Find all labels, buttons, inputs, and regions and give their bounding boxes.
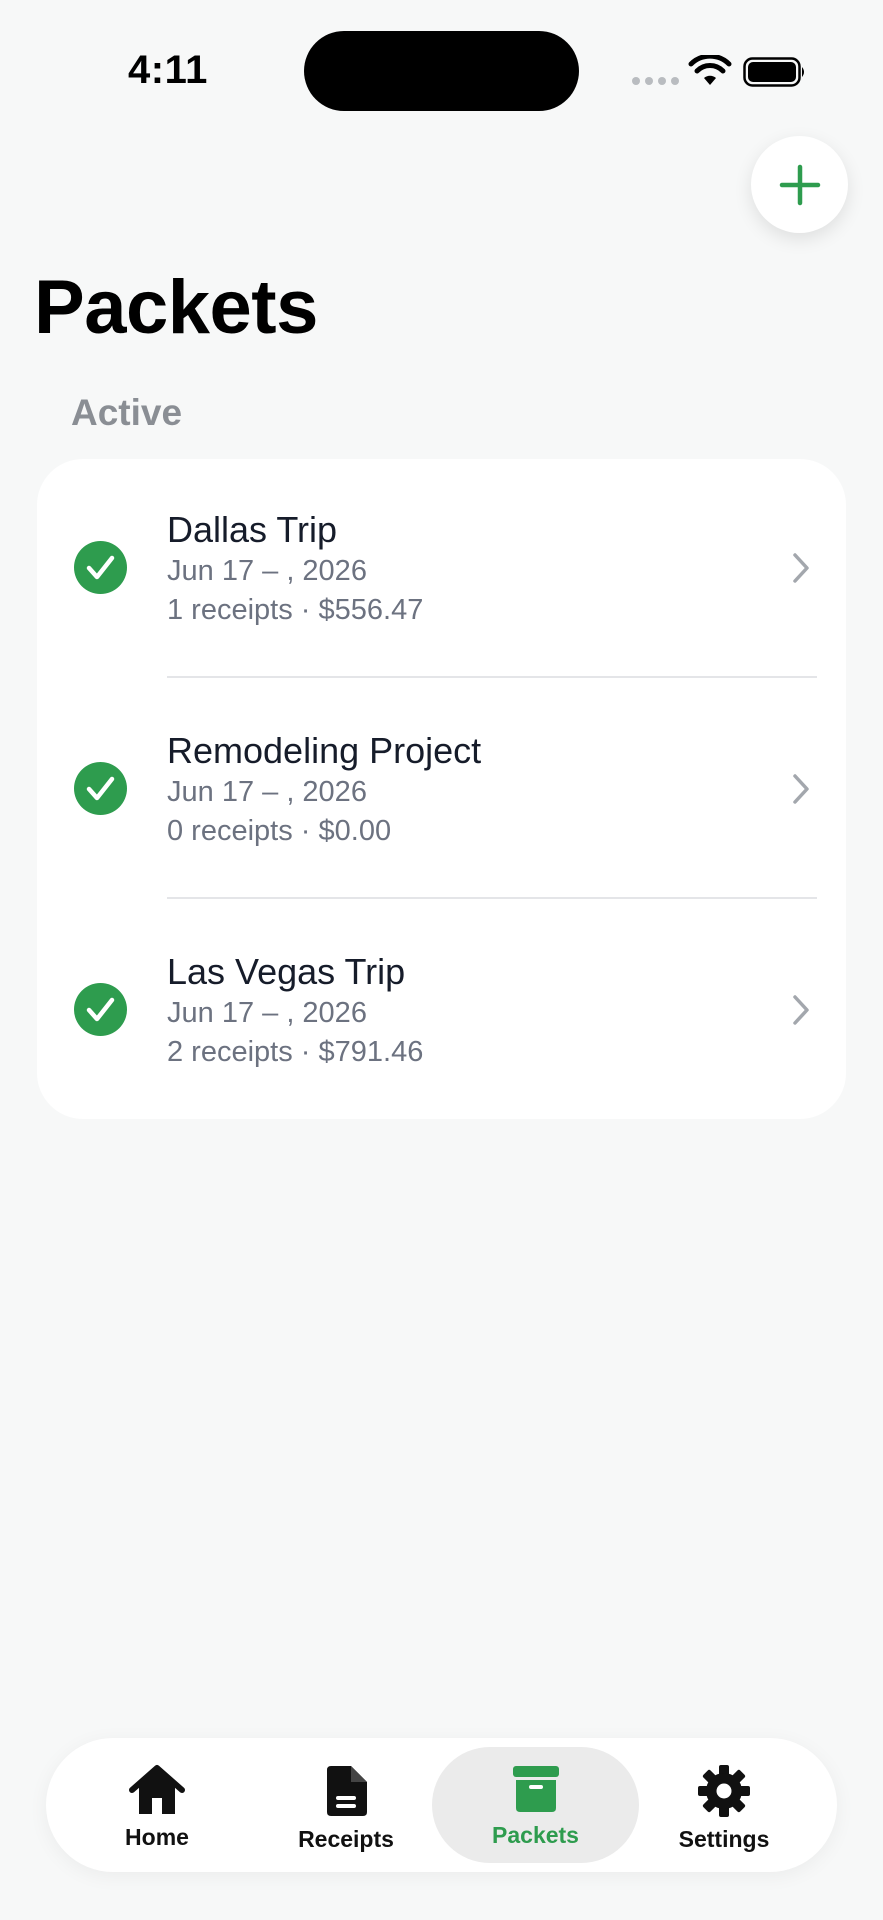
chevron-right-icon: [793, 995, 809, 1025]
status-time: 4:11: [128, 48, 208, 92]
chevron-right-icon: [793, 553, 809, 583]
check-circle-icon: [74, 541, 127, 594]
tab-home[interactable]: Home: [68, 1747, 246, 1863]
packet-list: Dallas Trip Jun 17 – , 2026 1 receipts ·…: [37, 459, 846, 1119]
gear-icon: [698, 1765, 750, 1817]
tab-label-packets: Packets: [492, 1822, 579, 1848]
page-title: Packets: [34, 265, 318, 350]
packet-dates: Jun 17 – , 2026: [167, 555, 367, 587]
document-icon: [327, 1766, 367, 1816]
packet-title: Remodeling Project: [167, 730, 482, 771]
packet-title: Las Vegas Trip: [167, 951, 406, 992]
check-circle-icon: [74, 983, 127, 1036]
tab-label-receipts: Receipts: [298, 1826, 394, 1852]
tab-label-settings: Settings: [678, 1826, 770, 1852]
dynamic-island: [304, 31, 579, 111]
add-packet-button[interactable]: [751, 136, 848, 233]
wifi-icon: [688, 55, 732, 85]
packets-screen: 4:11 Packets Active Dallas Trip Jun 17 –…: [0, 0, 883, 1920]
archive-box-icon: [512, 1766, 559, 1812]
packet-summary: 1 receipts · $556.47: [167, 594, 424, 626]
tab-bar: Home Receipts Packets Settings: [46, 1738, 837, 1872]
tab-receipts[interactable]: Receipts: [257, 1747, 435, 1863]
packet-dates: Jun 17 – , 2026: [167, 776, 367, 808]
row-divider: [167, 897, 817, 899]
packet-summary: 2 receipts · $791.46: [167, 1036, 424, 1068]
chevron-right-icon: [793, 774, 809, 804]
tab-label-home: Home: [125, 1824, 189, 1850]
cellular-signal-icon: [632, 77, 679, 85]
battery-icon: [743, 57, 804, 87]
tab-settings[interactable]: Settings: [635, 1747, 813, 1863]
packet-row-dallas-trip[interactable]: Dallas Trip Jun 17 – , 2026 1 receipts ·…: [37, 459, 846, 679]
packet-row-las-vegas-trip[interactable]: Las Vegas Trip Jun 17 – , 2026 2 receipt…: [37, 901, 846, 1121]
tab-packets[interactable]: Packets: [432, 1747, 639, 1863]
section-header-active: Active: [71, 392, 183, 433]
packet-summary: 0 receipts · $0.00: [167, 815, 392, 847]
row-divider: [167, 676, 817, 678]
packet-dates: Jun 17 – , 2026: [167, 997, 367, 1029]
packet-row-remodeling-project[interactable]: Remodeling Project Jun 17 – , 2026 0 rec…: [37, 680, 846, 900]
check-circle-icon: [74, 762, 127, 815]
plus-icon: [779, 164, 820, 205]
packet-title: Dallas Trip: [167, 509, 338, 550]
home-icon: [129, 1765, 185, 1814]
